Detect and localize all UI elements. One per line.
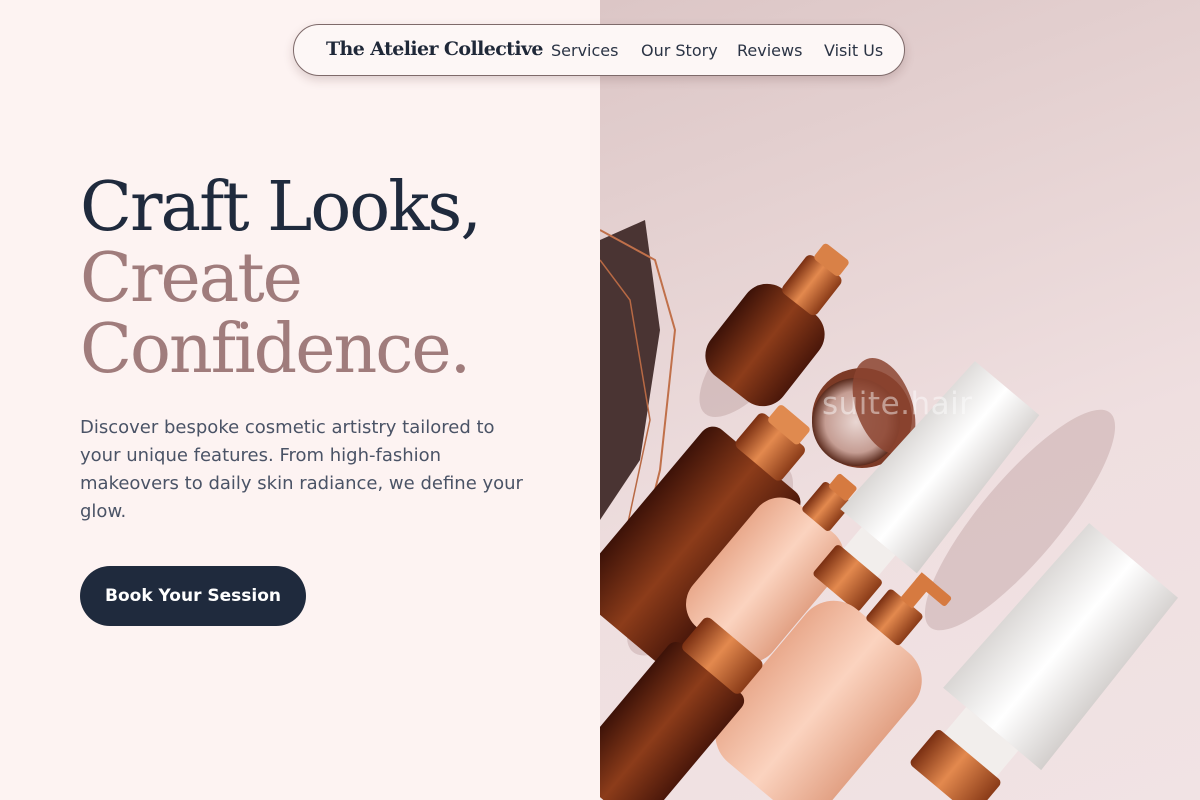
hero-description: Discover bespoke cosmetic artistry tailo… (80, 417, 523, 522)
hero-text-panel (0, 0, 600, 800)
headline-line-1: Craft Looks, (80, 168, 482, 247)
nav-link-services[interactable]: Services (551, 41, 618, 60)
nav-link-our-story[interactable]: Our Story (641, 41, 718, 60)
hero-photo-panel: suite.hair (600, 0, 1200, 800)
nav-link-reviews[interactable]: Reviews (737, 41, 802, 60)
headline-line-2: Create (80, 239, 303, 318)
hero-headline: Craft Looks, Create Confidence. (80, 168, 482, 389)
brand-logo[interactable]: The Atelier Collective (326, 38, 543, 60)
top-navigation: The Atelier Collective Services Our Stor… (293, 24, 905, 76)
photo-watermark: suite.hair (822, 386, 973, 422)
book-session-button[interactable]: Book Your Session (80, 566, 306, 626)
nav-link-visit-us[interactable]: Visit Us (824, 41, 883, 60)
headline-line-3: Confidence. (80, 310, 471, 389)
